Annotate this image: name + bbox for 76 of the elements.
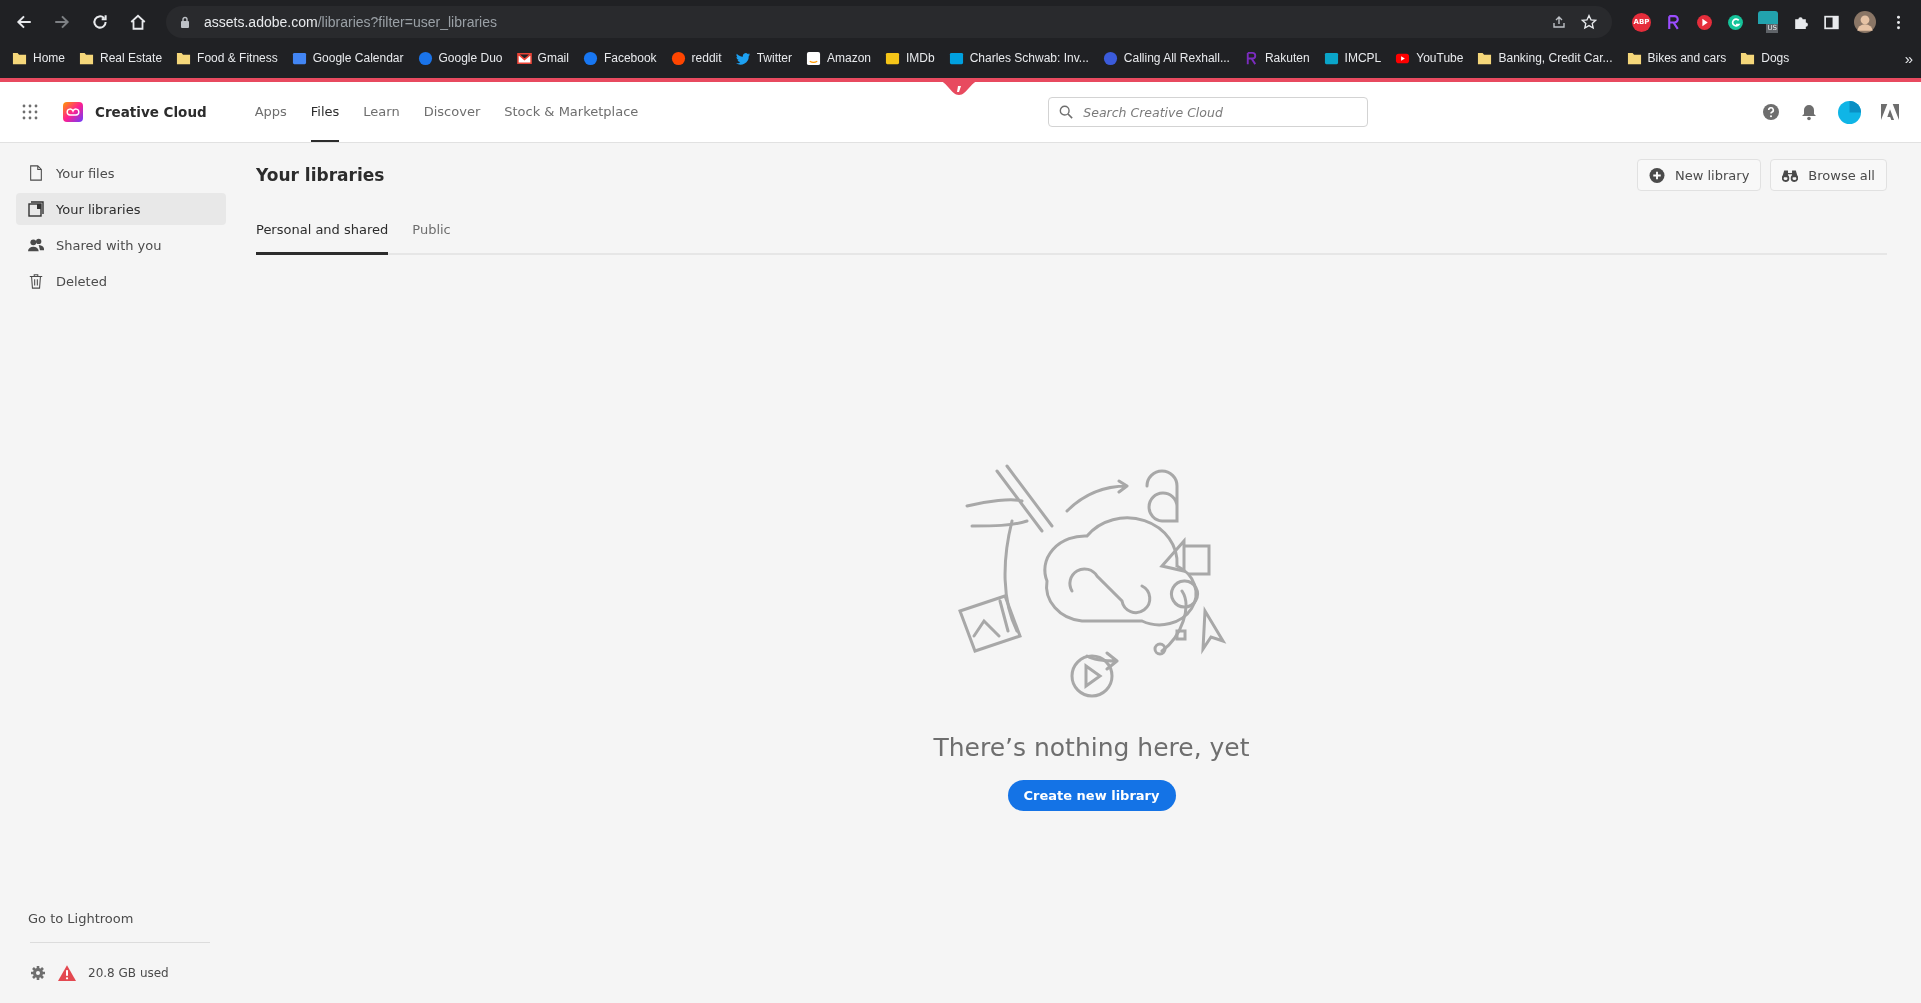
star-icon[interactable]: [1581, 14, 1597, 30]
bookmark[interactable]: Twitter: [735, 50, 792, 66]
folder-icon: [12, 50, 27, 66]
nav-tab[interactable]: Apps: [254, 82, 287, 142]
bookmark[interactable]: Food & Fitness: [176, 50, 278, 66]
bookmark[interactable]: Amazon: [805, 50, 871, 66]
address-bar[interactable]: assets.adobe.com/libraries?filter=user_libraries: [166, 6, 1612, 38]
creative-cloud-logo-icon: [63, 102, 83, 122]
url-text: assets.adobe.com/libraries?filter=user_libraries: [204, 14, 497, 30]
rakuten-extension-icon[interactable]: [1665, 13, 1682, 31]
bookmark[interactable]: Banking, Credit Car...: [1477, 50, 1613, 66]
sidebar-item[interactable]: Deleted: [16, 265, 226, 297]
avatar-icon[interactable]: [1854, 11, 1876, 33]
brand-name[interactable]: Creative Cloud: [95, 104, 207, 120]
bookmark[interactable]: Facebook: [582, 50, 657, 66]
app-switcher-icon[interactable]: [22, 104, 38, 120]
empty-state-message: There’s nothing here, yet: [933, 733, 1250, 762]
help-icon[interactable]: [1762, 103, 1780, 121]
amazon-icon: [805, 50, 821, 66]
file-icon: [28, 165, 44, 181]
side-panel-icon[interactable]: [1823, 13, 1840, 31]
bookmark[interactable]: Real Estate: [79, 50, 163, 66]
grammarly-extension-icon[interactable]: [1727, 13, 1744, 31]
bookmark[interactable]: Google Duo: [417, 50, 503, 66]
share-icon[interactable]: [1551, 14, 1567, 30]
toolbar-button[interactable]: Browse all: [1770, 159, 1887, 191]
warning-icon: [58, 965, 76, 981]
bookmark[interactable]: Google Calendar: [291, 50, 404, 66]
mail-icon: [516, 50, 532, 66]
library-tab[interactable]: Public: [412, 207, 451, 255]
bookmark[interactable]: YouTube: [1395, 50, 1464, 66]
toolbar-button[interactable]: New library: [1637, 159, 1762, 191]
bookmark[interactable]: IMDb: [885, 50, 935, 66]
play-extension-icon[interactable]: [1696, 13, 1713, 31]
bird-icon: [735, 50, 751, 66]
bookmark[interactable]: Bikes and cars: [1626, 50, 1727, 66]
folder-icon: [176, 50, 192, 66]
back-icon[interactable]: [15, 13, 33, 31]
bookmark[interactable]: reddit: [670, 50, 722, 66]
bookmark[interactable]: Home: [12, 50, 65, 66]
nav-tab[interactable]: Stock & Marketplace: [504, 82, 639, 142]
home-icon[interactable]: [129, 13, 147, 31]
nav-tab[interactable]: Files: [310, 82, 340, 142]
folder-icon: [1626, 50, 1642, 66]
trash-icon: [28, 273, 44, 289]
adobe-logo-icon[interactable]: [1881, 103, 1899, 121]
notifications-icon[interactable]: [1800, 103, 1818, 121]
bookmark[interactable]: Calling All Rexhall...: [1102, 50, 1230, 66]
bookmark[interactable]: IMCPL: [1323, 50, 1382, 66]
binoculars-icon: [1782, 167, 1799, 183]
more-bookmarks-button[interactable]: »: [1904, 49, 1913, 67]
bookmark[interactable]: Gmail: [516, 50, 569, 66]
lightroom-link[interactable]: Go to Lightroom: [16, 911, 226, 926]
search-icon: [1059, 105, 1074, 119]
folder-icon: [1477, 50, 1493, 66]
library-tab[interactable]: Personal and shared: [256, 207, 389, 255]
storage-usage: 20.8 GB used: [88, 966, 169, 980]
search-field[interactable]: Search Creative Cloud: [1048, 97, 1369, 127]
bookmark[interactable]: Rakuten: [1243, 50, 1310, 66]
folder-icon: [79, 50, 94, 66]
page-title: Your libraries: [256, 165, 385, 185]
people-icon: [28, 237, 44, 253]
nav-tab[interactable]: Learn: [363, 82, 400, 142]
bookmark[interactable]: Dogs: [1740, 50, 1790, 66]
sidebar-item[interactable]: Your libraries: [16, 193, 226, 225]
settings-icon[interactable]: [30, 965, 46, 981]
create-library-button[interactable]: Create new library: [1007, 780, 1176, 811]
folder-icon: [1740, 50, 1756, 66]
sidebar-item[interactable]: Shared with you: [16, 229, 226, 261]
reload-icon[interactable]: [91, 13, 109, 31]
nav-tab[interactable]: Discover: [423, 82, 481, 142]
bookmark[interactable]: Charles Schwab: Inv...: [948, 50, 1089, 66]
lock-icon: [180, 16, 190, 28]
sidebar-item[interactable]: Your files: [16, 157, 226, 189]
add-icon: [1649, 167, 1665, 183]
forward-icon[interactable]: [53, 13, 71, 31]
